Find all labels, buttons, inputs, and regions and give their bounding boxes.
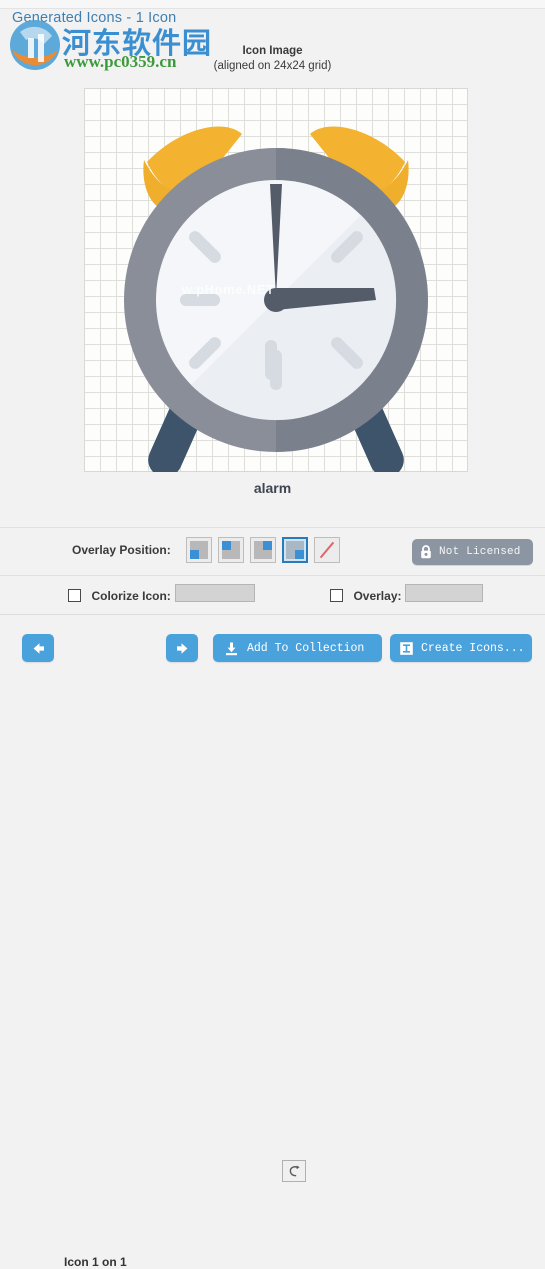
preview-header: Icon Image (aligned on 24x24 grid) (0, 44, 545, 74)
overlay-position-bottom-left-button[interactable] (186, 537, 212, 563)
colorize-color-swatch[interactable] (175, 584, 255, 602)
preview-title: Icon Image (242, 45, 303, 57)
colorize-icon-checkbox[interactable] (68, 589, 81, 603)
overlay-checkbox[interactable] (330, 589, 343, 603)
bottom-action-bar: Icon 1 on 1 Add To Collection Create Ico… (0, 615, 545, 1269)
create-icons-label: Create Icons... (421, 641, 525, 655)
text-tool-icon (400, 641, 413, 655)
add-to-collection-label: Add To Collection (247, 641, 365, 655)
overlay-position-label: Overlay Position: (72, 543, 171, 557)
preview-subtitle: (aligned on 24x24 grid) (213, 60, 332, 72)
next-icon-button[interactable] (166, 634, 198, 662)
arrow-left-icon (33, 642, 44, 654)
not-licensed-label: Not Licensed (439, 546, 521, 558)
colorize-overlay-row: Colorize Icon: Overlay: (0, 576, 545, 1182)
overlay-position-none-button[interactable] (314, 537, 340, 563)
download-icon (226, 642, 237, 655)
overlay-position-selected-button[interactable] (282, 537, 308, 563)
overlay-position-top-left-button[interactable] (218, 537, 244, 563)
overlay-position-bottom-right-button[interactable] (250, 537, 276, 563)
pager-label: Icon 1 on 1 (64, 1255, 127, 1269)
create-icons-button[interactable]: Create Icons... (390, 634, 532, 662)
previous-icon-button[interactable] (22, 634, 54, 662)
icon-generator-window: Generated Icons - 1 Icon Icon Image (ali… (0, 0, 545, 1269)
alarm-clock-icon (124, 126, 428, 472)
not-licensed-button[interactable]: Not Licensed (412, 539, 533, 565)
link-colors-button[interactable] (282, 1160, 306, 1182)
icon-caption: alarm (253, 480, 292, 496)
icon-preview-grid[interactable]: w.pHome.NET (84, 88, 468, 472)
overlay-label: Overlay: (353, 588, 402, 603)
link-loop-icon (289, 1165, 300, 1176)
add-to-collection-button[interactable]: Add To Collection (213, 634, 382, 662)
arrow-right-icon (176, 642, 187, 654)
overlay-position-button-group (186, 537, 340, 563)
overlay-color-swatch[interactable] (405, 584, 483, 602)
window-top-strip (0, 0, 545, 9)
window-title: Generated Icons - 1 Icon (12, 10, 177, 26)
colorize-icon-label: Colorize Icon: (91, 588, 171, 603)
lock-icon (421, 545, 431, 559)
